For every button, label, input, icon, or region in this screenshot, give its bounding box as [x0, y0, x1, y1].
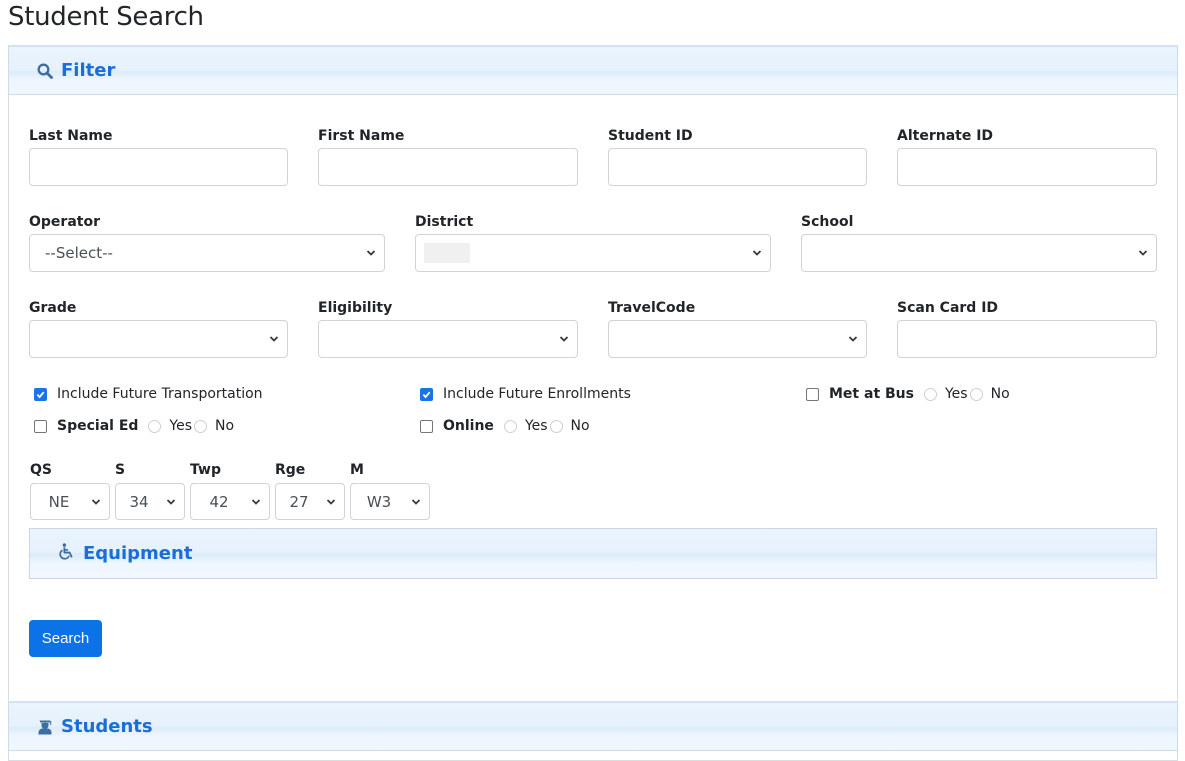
- district-select[interactable]: [415, 234, 771, 272]
- grade-select[interactable]: [29, 320, 288, 358]
- operator-select[interactable]: --Select--: [29, 234, 385, 272]
- twp-select[interactable]: 42: [190, 483, 270, 520]
- chevron-down-icon: [326, 499, 336, 505]
- special-ed-yes-label: Yes: [169, 418, 193, 434]
- student-id-label: Student ID: [608, 128, 693, 144]
- rge-select[interactable]: 27: [275, 483, 345, 520]
- met-at-bus-yes-radio[interactable]: [923, 387, 937, 401]
- twp-selected-value: 42: [209, 493, 229, 511]
- student-id-input[interactable]: [608, 148, 867, 186]
- equipment-section-title: Equipment: [83, 543, 193, 564]
- online-checkbox[interactable]: [420, 419, 433, 433]
- online-label: Online: [443, 418, 494, 434]
- include-future-enrollments-option: Include Future Enrollments: [420, 386, 631, 402]
- chevron-down-icon: [269, 336, 279, 342]
- special-ed-no-radio[interactable]: [194, 419, 208, 433]
- filter-panel: Filter: [8, 45, 1178, 705]
- met-at-bus-checkbox[interactable]: [806, 387, 819, 401]
- special-ed-yes-radio[interactable]: [148, 419, 162, 433]
- include-future-transportation-label: Include Future Transportation: [57, 386, 263, 402]
- met-at-bus-option: Met at Bus Yes No: [806, 386, 1010, 402]
- first-name-label: First Name: [318, 128, 405, 144]
- eligibility-label: Eligibility: [318, 300, 393, 316]
- graduate-icon: [37, 719, 53, 735]
- twp-label: Twp: [190, 462, 221, 478]
- m-selected-value: W3: [366, 493, 392, 511]
- chevron-down-icon: [366, 250, 376, 256]
- chevron-down-icon: [411, 499, 421, 505]
- students-panel-header[interactable]: Students: [8, 701, 1178, 751]
- chevron-down-icon: [166, 499, 176, 505]
- district-label: District: [415, 214, 474, 230]
- scan-card-id-label: Scan Card ID: [897, 300, 999, 316]
- online-no-radio[interactable]: [549, 419, 563, 433]
- page-title: Student Search: [8, 2, 204, 32]
- search-icon: [37, 63, 53, 79]
- chevron-down-icon: [559, 336, 569, 342]
- m-label: M: [350, 462, 364, 478]
- filter-panel-header[interactable]: Filter: [8, 45, 1178, 95]
- online-no-label: No: [570, 418, 590, 434]
- grade-label: Grade: [29, 300, 77, 316]
- qs-selected-value: NE: [48, 493, 70, 511]
- include-future-enrollments-checkbox[interactable]: [420, 387, 433, 401]
- chevron-down-icon: [91, 499, 101, 505]
- s-label: S: [115, 462, 126, 478]
- online-option: Online Yes No: [420, 418, 590, 434]
- wheelchair-icon: [58, 543, 75, 564]
- include-future-enrollments-label: Include Future Enrollments: [443, 386, 631, 402]
- online-yes-label: Yes: [524, 418, 548, 434]
- online-yes-radio[interactable]: [503, 419, 517, 433]
- last-name-label: Last Name: [29, 128, 113, 144]
- m-select[interactable]: W3: [350, 483, 430, 520]
- qs-label: QS: [30, 462, 52, 478]
- chevron-down-icon: [1138, 250, 1148, 256]
- eligibility-select[interactable]: [318, 320, 578, 358]
- alternate-id-input[interactable]: [897, 148, 1157, 186]
- special-ed-checkbox[interactable]: [34, 419, 47, 433]
- travel-code-select[interactable]: [608, 320, 867, 358]
- rge-selected-value: 27: [289, 493, 309, 511]
- met-at-bus-no-label: No: [990, 386, 1010, 402]
- met-at-bus-yes-label: Yes: [944, 386, 968, 402]
- special-ed-label: Special Ed: [57, 418, 139, 434]
- s-selected-value: 34: [129, 493, 149, 511]
- include-future-transportation-checkbox[interactable]: [34, 387, 47, 401]
- special-ed-option: Special Ed Yes No: [34, 418, 234, 434]
- alternate-id-label: Alternate ID: [897, 128, 994, 144]
- qs-select[interactable]: NE: [30, 483, 110, 520]
- operator-selected-value: --Select--: [45, 244, 113, 262]
- chevron-down-icon: [752, 250, 762, 256]
- travel-code-label: TravelCode: [608, 300, 696, 316]
- last-name-input[interactable]: [29, 148, 288, 186]
- chevron-down-icon: [251, 499, 261, 505]
- students-panel-title: Students: [61, 716, 153, 737]
- students-panel: Students: [8, 701, 1178, 761]
- search-button[interactable]: Search: [29, 620, 102, 657]
- first-name-input[interactable]: [318, 148, 578, 186]
- filter-panel-title: Filter: [61, 60, 116, 81]
- district-selected-value-redacted: [424, 243, 470, 263]
- met-at-bus-label: Met at Bus: [829, 386, 914, 402]
- met-at-bus-no-radio[interactable]: [969, 387, 983, 401]
- rge-label: Rge: [275, 462, 306, 478]
- include-future-transportation-option: Include Future Transportation: [34, 386, 263, 402]
- chevron-down-icon: [848, 336, 858, 342]
- special-ed-no-label: No: [215, 418, 235, 434]
- check-icon: [422, 391, 431, 398]
- operator-label: Operator: [29, 214, 100, 230]
- scan-card-id-input[interactable]: [897, 320, 1157, 358]
- school-label: School: [801, 214, 854, 230]
- equipment-section-header[interactable]: Equipment: [29, 528, 1157, 579]
- check-icon: [36, 391, 45, 398]
- school-select[interactable]: [801, 234, 1157, 272]
- s-select[interactable]: 34: [115, 483, 185, 520]
